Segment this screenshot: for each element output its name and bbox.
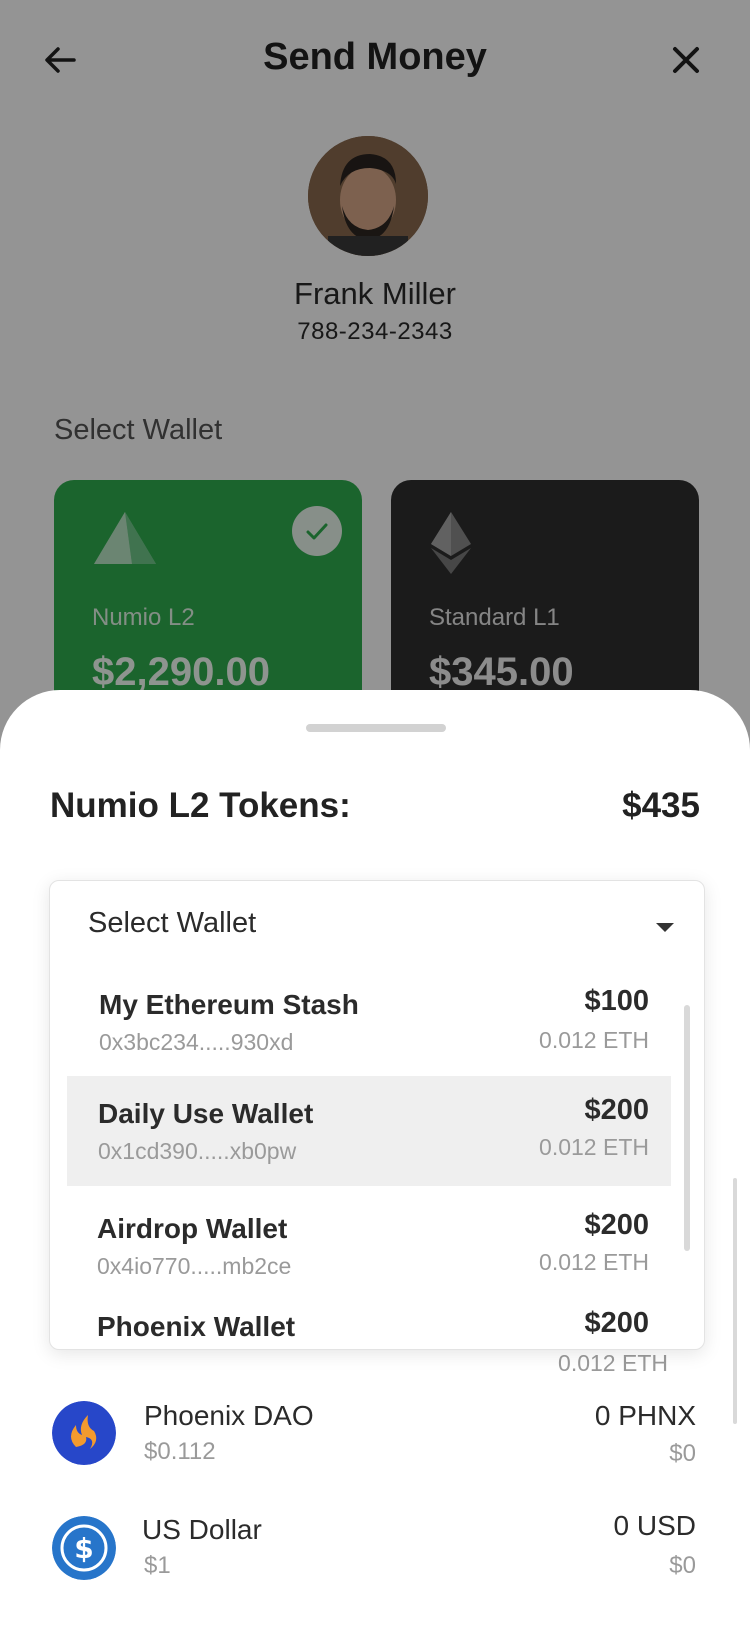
token-row-phoenix-dao[interactable]: Phoenix DAO $0.112 0 PHNX $0: [0, 1394, 750, 1494]
wallet-option-usd: $200: [584, 1307, 649, 1339]
dropdown-option-highlighted[interactable]: Daily Use Wallet 0x1cd390.....xb0pw $200…: [67, 1076, 671, 1186]
wallet-dropdown[interactable]: Select Wallet My Ethereum Stash 0x3bc234…: [49, 880, 705, 1350]
dropdown-label: Select Wallet: [88, 907, 257, 939]
sheet-drag-handle[interactable]: [306, 724, 446, 732]
sheet-total: $435: [622, 786, 700, 825]
token-value: $0: [669, 1440, 696, 1467]
token-name: US Dollar: [142, 1514, 262, 1545]
phoenix-dao-icon: [52, 1401, 116, 1465]
wallet-option-eth: 0.012 ETH: [539, 1134, 649, 1160]
wallet-option-eth: 0.012 ETH: [539, 1027, 649, 1053]
wallet-option-address: 0x1cd390.....xb0pw: [98, 1138, 297, 1164]
wallet-option-name: Phoenix Wallet: [97, 1311, 296, 1342]
wallet-option-address: 0x4io770.....mb2ce: [97, 1253, 292, 1279]
token-amount: 0 PHNX: [594, 1400, 696, 1431]
token-price: $0.112: [144, 1438, 216, 1465]
wallet-option-name: My Ethereum Stash: [99, 989, 359, 1020]
usd-coin-icon: $: [52, 1516, 116, 1580]
sheet-title: Numio L2 Tokens:: [50, 786, 351, 825]
token-row-us-dollar[interactable]: $ US Dollar $1 0 USD $0: [0, 1508, 750, 1608]
wallet-option-usd: $100: [584, 985, 649, 1017]
dropdown-option[interactable]: Airdrop Wallet 0x4io770.....mb2ce $200 0…: [67, 1191, 671, 1301]
token-list-scrollbar[interactable]: [733, 1178, 737, 1424]
token-amount: 0 USD: [613, 1510, 696, 1541]
wallet-option-usd: $200: [584, 1094, 649, 1126]
wallet-option-name: Airdrop Wallet: [97, 1213, 288, 1244]
token-price: $1: [144, 1552, 171, 1579]
wallet-eth-balance: 0.012 ETH: [558, 1350, 668, 1376]
wallet-option-usd: $200: [584, 1209, 649, 1241]
wallet-option-address: 0x3bc234.....930xd: [99, 1029, 294, 1055]
wallet-option-eth: 0.012 ETH: [539, 1249, 649, 1275]
chevron-down-icon[interactable]: [656, 923, 674, 932]
token-value: $0: [669, 1552, 696, 1579]
dropdown-option[interactable]: My Ethereum Stash 0x3bc234.....930xd $10…: [67, 975, 671, 1085]
dropdown-scrollbar[interactable]: [684, 1005, 690, 1251]
dropdown-option[interactable]: Phoenix Wallet $200: [67, 1291, 671, 1349]
wallet-option-name: Daily Use Wallet: [98, 1098, 314, 1129]
token-name: Phoenix DAO: [144, 1400, 314, 1431]
svg-text:$: $: [74, 1532, 93, 1565]
